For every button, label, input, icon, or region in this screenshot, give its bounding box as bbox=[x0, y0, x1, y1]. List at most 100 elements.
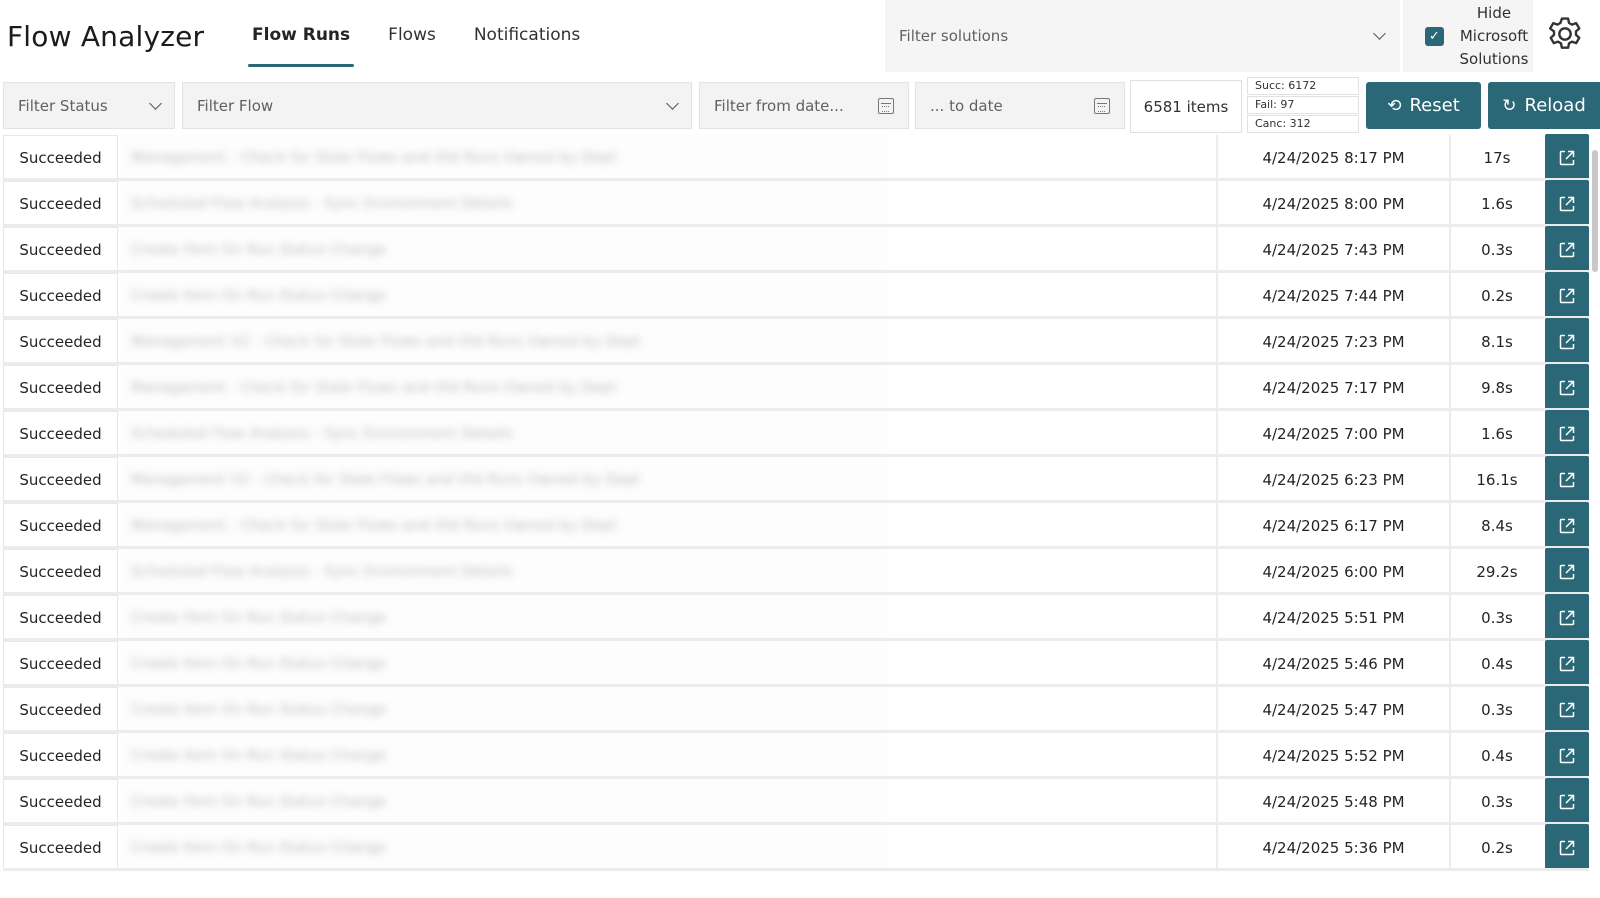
status-filter-placeholder: Filter Status bbox=[18, 96, 108, 115]
open-run-button[interactable] bbox=[1545, 364, 1589, 411]
flow-name[interactable]: Scheduled Flow Analysis - Sync Environme… bbox=[121, 549, 887, 594]
row-spacer bbox=[887, 411, 1216, 456]
gear-icon[interactable] bbox=[1543, 14, 1587, 58]
table-scrollbar[interactable] bbox=[1592, 150, 1598, 272]
open-run-button[interactable] bbox=[1545, 824, 1589, 871]
to-date-input[interactable]: ... to date bbox=[915, 82, 1125, 129]
chevron-down-icon bbox=[666, 96, 679, 110]
table-row: Succeeded Create Item On Run Status Chan… bbox=[3, 732, 1589, 779]
open-run-button[interactable] bbox=[1545, 318, 1589, 365]
run-status: Succeeded bbox=[3, 503, 118, 548]
reload-button[interactable]: ↻ Reload bbox=[1488, 82, 1600, 129]
open-run-button[interactable] bbox=[1545, 180, 1589, 227]
run-duration: 0.3s bbox=[1481, 240, 1513, 259]
open-run-button[interactable] bbox=[1545, 272, 1589, 319]
open-external-icon bbox=[1559, 840, 1575, 855]
flow-name[interactable]: Management - Check for Stale Flows and O… bbox=[121, 135, 887, 180]
flow-name[interactable]: Create Item On Run Status Change bbox=[121, 641, 887, 686]
flow-name[interactable]: Management - Check for Stale Flows and O… bbox=[121, 503, 887, 548]
tab-notifications[interactable]: Notifications bbox=[472, 0, 582, 70]
row-spacer bbox=[887, 595, 1216, 640]
flow-name[interactable]: Create Item On Run Status Change bbox=[121, 733, 887, 778]
reset-button[interactable]: ⟲ Reset bbox=[1366, 82, 1481, 129]
run-date: 4/24/2025 7:23 PM bbox=[1216, 319, 1451, 364]
flow-name-text: Create Item On Run Status Change bbox=[131, 747, 387, 764]
open-external-icon bbox=[1559, 518, 1575, 533]
tab-flow-runs[interactable]: Flow Runs bbox=[247, 0, 355, 70]
flow-name[interactable]: Create Item On Run Status Change bbox=[121, 595, 887, 640]
flow-name-text: Scheduled Flow Analysis - Sync Environme… bbox=[131, 563, 513, 580]
flow-name[interactable]: Create Item On Run Status Change bbox=[121, 273, 887, 318]
flow-name-text: Create Item On Run Status Change bbox=[131, 793, 387, 810]
run-status: Succeeded bbox=[3, 227, 118, 272]
flow-name-text: Management - Check for Stale Flows and O… bbox=[131, 149, 617, 166]
open-run-button[interactable] bbox=[1545, 410, 1589, 457]
open-run-button[interactable] bbox=[1545, 778, 1589, 825]
flow-name[interactable]: Scheduled Flow Analysis - Sync Environme… bbox=[121, 411, 887, 456]
hide-microsoft-toggle[interactable]: ✓ Hide Microsoft Solutions bbox=[1403, 0, 1533, 72]
flow-name[interactable]: Create Item On Run Status Change bbox=[121, 779, 887, 824]
from-date-input[interactable]: Filter from date... bbox=[699, 82, 909, 129]
open-external-icon bbox=[1559, 196, 1575, 211]
run-status: Succeeded bbox=[3, 181, 118, 226]
open-run-button[interactable] bbox=[1545, 456, 1589, 503]
run-date: 4/24/2025 5:52 PM bbox=[1216, 733, 1451, 778]
run-duration: 0.2s bbox=[1481, 286, 1513, 305]
open-external-icon bbox=[1559, 426, 1575, 441]
status-filter-dropdown[interactable]: Filter Status bbox=[3, 82, 175, 129]
table-row: Succeeded Create Item On Run Status Chan… bbox=[3, 686, 1589, 733]
tab-flows[interactable]: Flows bbox=[386, 0, 438, 70]
open-external-icon bbox=[1559, 610, 1575, 625]
open-external-icon bbox=[1559, 702, 1575, 717]
hide-microsoft-checkbox[interactable]: ✓ bbox=[1425, 26, 1444, 46]
flow-name[interactable]: Create Item On Run Status Change bbox=[121, 227, 887, 272]
run-duration: 0.3s bbox=[1481, 700, 1513, 719]
row-spacer bbox=[887, 549, 1216, 594]
flow-name-text: Create Item On Run Status Change bbox=[131, 701, 387, 718]
table-row: Succeeded Create Item On Run Status Chan… bbox=[3, 226, 1589, 273]
flow-name[interactable]: Scheduled Flow Analysis - Sync Environme… bbox=[121, 181, 887, 226]
open-run-button[interactable] bbox=[1545, 686, 1589, 733]
run-status: Succeeded bbox=[3, 779, 118, 824]
run-status: Succeeded bbox=[3, 365, 118, 410]
run-date: 4/24/2025 6:17 PM bbox=[1216, 503, 1451, 548]
run-duration: 0.4s bbox=[1481, 746, 1513, 765]
open-run-button[interactable] bbox=[1545, 548, 1589, 595]
calendar-icon[interactable] bbox=[878, 97, 894, 114]
open-run-button[interactable] bbox=[1545, 226, 1589, 273]
open-external-icon bbox=[1559, 150, 1575, 165]
flow-name[interactable]: Management V2 - Check for Stale Flows an… bbox=[121, 319, 887, 364]
run-status: Succeeded bbox=[3, 595, 118, 640]
row-spacer bbox=[887, 779, 1216, 824]
run-status: Succeeded bbox=[3, 457, 118, 502]
open-external-icon bbox=[1559, 656, 1575, 671]
flow-name[interactable]: Create Item On Run Status Change bbox=[121, 825, 887, 870]
run-date: 4/24/2025 5:36 PM bbox=[1216, 825, 1451, 870]
open-run-button[interactable] bbox=[1545, 732, 1589, 779]
flow-name[interactable]: Create Item On Run Status Change bbox=[121, 687, 887, 732]
open-run-button[interactable] bbox=[1545, 640, 1589, 687]
run-status: Succeeded bbox=[3, 549, 118, 594]
open-run-button[interactable] bbox=[1545, 502, 1589, 549]
flow-filter-dropdown[interactable]: Filter Flow bbox=[182, 82, 692, 129]
run-date: 4/24/2025 5:51 PM bbox=[1216, 595, 1451, 640]
refresh-icon: ↻ bbox=[1502, 95, 1517, 116]
calendar-icon[interactable] bbox=[1094, 97, 1110, 114]
flow-name[interactable]: Management - Check for Stale Flows and O… bbox=[121, 365, 887, 410]
row-spacer bbox=[887, 365, 1216, 410]
run-status: Succeeded bbox=[3, 273, 118, 318]
open-run-button[interactable] bbox=[1545, 134, 1589, 181]
open-run-button[interactable] bbox=[1545, 594, 1589, 641]
row-spacer bbox=[887, 687, 1216, 732]
row-spacer bbox=[887, 319, 1216, 364]
chevron-down-icon bbox=[149, 96, 162, 110]
run-duration: 8.1s bbox=[1481, 332, 1513, 351]
run-status: Succeeded bbox=[3, 733, 118, 778]
table-row: Succeeded Management - Check for Stale F… bbox=[3, 502, 1589, 549]
table-row: Succeeded Management V2 - Check for Stal… bbox=[3, 456, 1589, 503]
run-status: Succeeded bbox=[3, 687, 118, 732]
solutions-filter-dropdown[interactable]: Filter solutions bbox=[885, 0, 1400, 72]
cancelled-count: Canc: 312 bbox=[1247, 115, 1359, 133]
flow-name[interactable]: Management V2 - Check for Stale Flows an… bbox=[121, 457, 887, 502]
solutions-filter-placeholder: Filter solutions bbox=[899, 27, 1009, 45]
